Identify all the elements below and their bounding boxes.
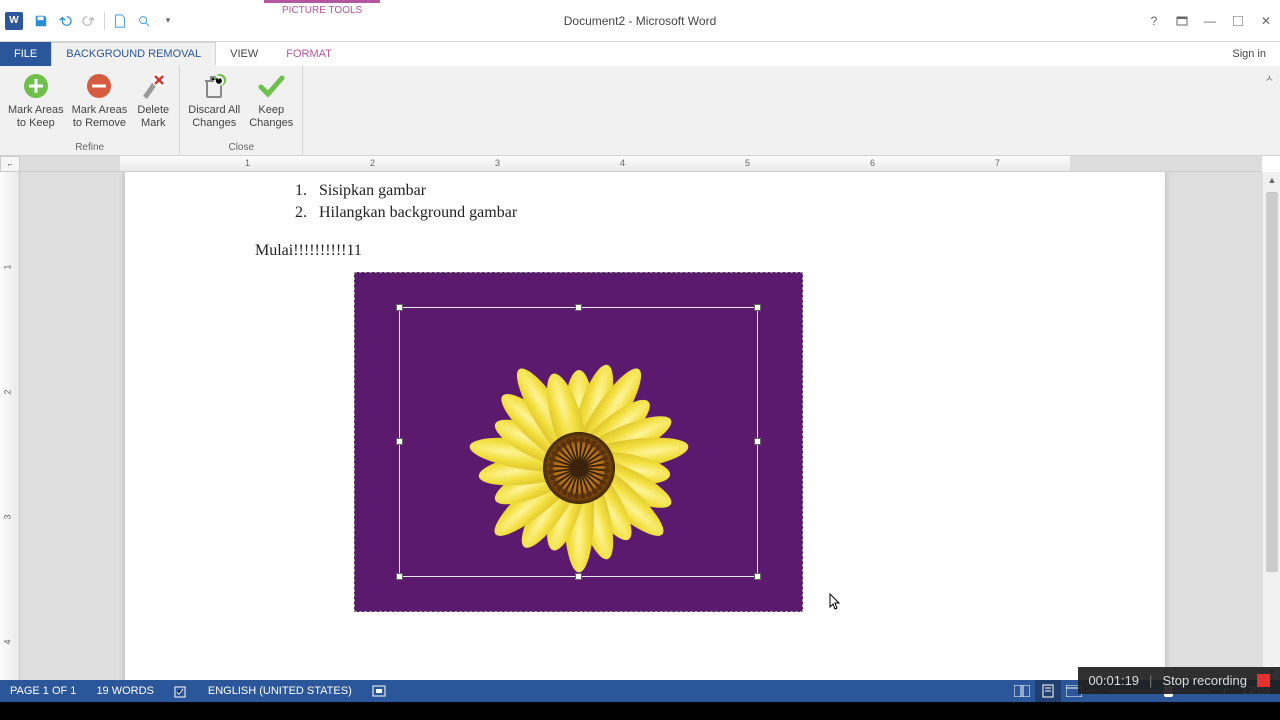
ribbon: Mark Areasto Keep Mark Areasto Remove De… (0, 66, 1280, 156)
delete-label-2: Mark (141, 117, 165, 129)
vertical-scrollbar[interactable]: ▲ ▼ (1262, 172, 1280, 680)
scroll-thumb[interactable] (1266, 192, 1278, 572)
contextual-tab-header: PICTURE TOOLS (264, 0, 380, 16)
picture-background-removal[interactable] (354, 272, 803, 612)
recording-overlay: 00:01:19 | Stop recording (1078, 667, 1280, 694)
mark-remove-label-2: to Remove (73, 117, 126, 129)
word-count[interactable]: 19 WORDS (86, 680, 163, 702)
word-app-icon: W (5, 12, 23, 30)
ruler-num: 6 (870, 158, 875, 168)
stop-recording-button[interactable] (1257, 674, 1270, 687)
mark-areas-to-keep-button[interactable]: Mark Areasto Keep (4, 68, 68, 142)
window-title: Document2 - Microsoft Word (564, 0, 717, 42)
resize-handle[interactable] (754, 304, 761, 311)
group-label-close: Close (184, 142, 298, 155)
resize-handle[interactable] (754, 438, 761, 445)
mark-keep-label-2: to Keep (17, 117, 55, 129)
undo-button[interactable] (54, 10, 76, 32)
minus-circle-icon (83, 70, 115, 102)
qat-dropdown[interactable]: ▾ (157, 10, 179, 32)
ruler-num: 2 (370, 158, 375, 168)
minimize-button[interactable]: — (1196, 10, 1224, 32)
print-layout-button[interactable] (1035, 680, 1061, 702)
marquee-selection[interactable] (399, 307, 758, 577)
keep-label-2: Changes (249, 117, 293, 129)
keep-changes-button[interactable]: KeepChanges (244, 68, 298, 142)
horizontal-ruler[interactable]: 1 2 3 4 5 6 7 (20, 156, 1262, 172)
quick-access-toolbar: W ▾ PICTURE TOOLS Document2 - Microsoft … (0, 0, 1280, 42)
resize-handle[interactable] (396, 438, 403, 445)
mark-keep-label-1: Mark Areas (8, 104, 64, 116)
resize-handle[interactable] (575, 304, 582, 311)
ribbon-group-close: Discard AllChanges KeepChanges Close (180, 66, 303, 155)
system-buttons: ? — ✕ (1140, 0, 1280, 42)
scroll-up-button[interactable]: ▲ (1263, 172, 1280, 188)
qat-separator (104, 12, 105, 30)
document-area[interactable]: Sisipkan gambar Hilangkan background gam… (20, 172, 1262, 680)
macro-icon[interactable] (362, 680, 396, 702)
new-doc-button[interactable] (109, 10, 131, 32)
resize-handle[interactable] (396, 573, 403, 580)
ruler-num: 7 (995, 158, 1000, 168)
tab-view[interactable]: VIEW (216, 42, 272, 66)
delete-label-1: Delete (137, 104, 169, 116)
keep-label-1: Keep (258, 104, 284, 116)
picture-tools-label: PICTURE TOOLS (264, 0, 380, 16)
delete-mark-icon (137, 70, 169, 102)
ruler-vnum: 1 (3, 264, 13, 269)
read-mode-button[interactable] (1009, 680, 1035, 702)
mark-remove-label-1: Mark Areas (72, 104, 128, 116)
resize-handle[interactable] (575, 573, 582, 580)
ruler-num: 5 (745, 158, 750, 168)
sign-in-link[interactable]: Sign in (1232, 42, 1266, 66)
preview-button[interactable] (133, 10, 155, 32)
ruler-vnum: 3 (3, 514, 13, 519)
list-item[interactable]: Hilangkan background gambar (311, 204, 1035, 222)
discard-icon (198, 70, 230, 102)
page[interactable]: Sisipkan gambar Hilangkan background gam… (125, 172, 1165, 680)
tab-format[interactable]: FORMAT (272, 42, 346, 66)
document-content[interactable]: Sisipkan gambar Hilangkan background gam… (125, 172, 1165, 260)
ruler-num: 1 (245, 158, 250, 168)
ruler-vnum: 4 (3, 639, 13, 644)
page-indicator[interactable]: PAGE 1 OF 1 (0, 680, 86, 702)
redo-button[interactable] (78, 10, 100, 32)
ribbon-tabs: FILE BACKGROUND REMOVAL VIEW FORMAT Sign… (0, 42, 1280, 66)
vertical-ruler[interactable]: 1 2 3 4 (0, 172, 20, 680)
recording-time: 00:01:19 (1088, 673, 1139, 688)
ribbon-display-button[interactable] (1168, 10, 1196, 32)
language-indicator[interactable]: ENGLISH (UNITED STATES) (198, 680, 362, 702)
ribbon-group-refine: Mark Areasto Keep Mark Areasto Remove De… (0, 66, 180, 155)
discard-label-1: Discard All (188, 104, 240, 116)
help-button[interactable]: ? (1140, 10, 1168, 32)
discard-all-changes-button[interactable]: Discard AllChanges (184, 68, 244, 142)
delete-mark-button[interactable]: DeleteMark (131, 68, 175, 142)
recording-separator: | (1149, 673, 1152, 688)
stop-recording-label[interactable]: Stop recording (1162, 673, 1247, 688)
tab-file[interactable]: FILE (0, 42, 51, 66)
tab-background-removal[interactable]: BACKGROUND REMOVAL (51, 42, 216, 66)
group-label-refine: Refine (4, 142, 175, 155)
maximize-button[interactable] (1224, 10, 1252, 32)
mark-areas-to-remove-button[interactable]: Mark Areasto Remove (68, 68, 132, 142)
resize-handle[interactable] (754, 573, 761, 580)
ruler-vnum: 2 (3, 389, 13, 394)
spell-check-icon[interactable] (164, 680, 198, 702)
bottom-black-bar (0, 702, 1280, 720)
save-button[interactable] (30, 10, 52, 32)
list-item[interactable]: Sisipkan gambar (311, 182, 1035, 200)
discard-label-2: Changes (192, 117, 236, 129)
collapse-ribbon-button[interactable]: ㅅ (1265, 70, 1274, 85)
checkmark-icon (255, 70, 287, 102)
ruler-num: 3 (495, 158, 500, 168)
close-button[interactable]: ✕ (1252, 10, 1280, 32)
cursor-icon (829, 593, 841, 611)
ruler-corner[interactable]: ⌐ (0, 156, 20, 172)
paragraph-mulai[interactable]: Mulai!!!!!!!!!!11 (255, 242, 1035, 260)
ruler-num: 4 (620, 158, 625, 168)
plus-circle-icon (20, 70, 52, 102)
resize-handle[interactable] (396, 304, 403, 311)
